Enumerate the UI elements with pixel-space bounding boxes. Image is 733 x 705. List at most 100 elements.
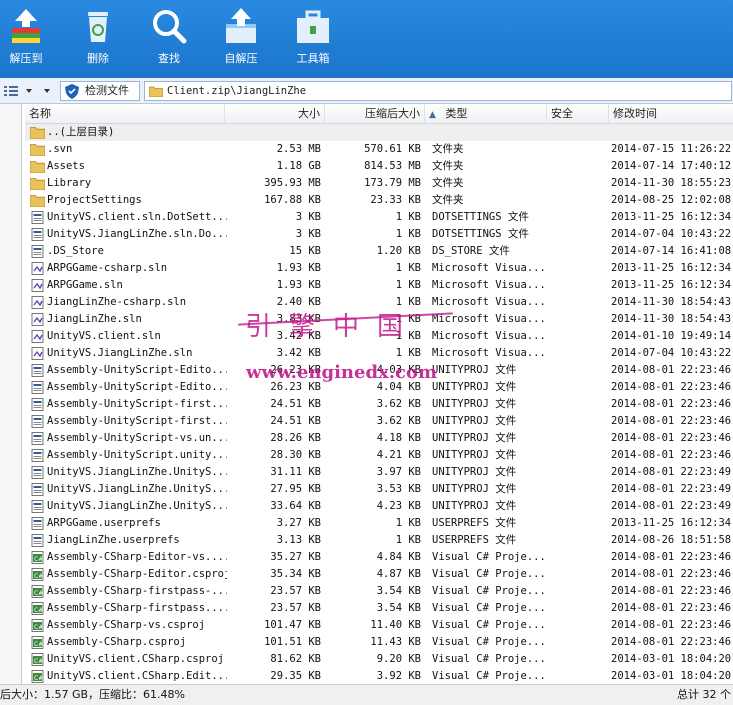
file-name: .svn: [47, 143, 73, 155]
sort-up-icon: ▲: [429, 110, 436, 120]
delete-label: 删除: [87, 52, 109, 65]
file-row[interactable]: UnityVS.JiangLinZhe.sln.Do... 3 KB 1 KB DOT…: [25, 226, 733, 243]
file-name: UnityVS.client.CSharp.csproj: [47, 653, 225, 665]
solution-file-icon: [31, 330, 44, 343]
file-row[interactable]: ARPGGame.sln 1.93 KB 1 KB Microsoft Visua..…: [25, 277, 733, 294]
file-size: 3.13 KB: [276, 534, 321, 546]
column-compressed-size[interactable]: 压缩后大小: [325, 104, 425, 124]
file-modified: 2013-11-25 16:12:34: [611, 517, 732, 529]
file-modified: 2014-08-01 22:23:46: [611, 585, 732, 597]
column-size[interactable]: 大小: [225, 104, 325, 124]
watermark-url: www.enginedx.com: [246, 362, 438, 383]
file-row[interactable]: .svn 2.53 MB 570.61 KB 文件夹 2014-07-15 11:26:…: [25, 141, 733, 158]
file-name: UnityVS.JiangLinZhe.sln: [47, 347, 193, 359]
address-bar: 检测文件 Client.zip\JiangLinZhe: [0, 78, 733, 104]
file-name: .DS_Store: [47, 245, 104, 257]
file-row[interactable]: Assembly-UnityScript.unity... 28.30 KB 4.2…: [25, 447, 733, 464]
column-name[interactable]: 名称: [25, 104, 225, 124]
file-row[interactable]: Library 395.93 MB 173.79 MB 文件夹 2014-11-30 1…: [25, 175, 733, 192]
file-row[interactable]: C# Assembly-CSharp-firstpass-... 23.57 KB 3…: [25, 583, 733, 600]
file-type: DOTSETTINGS 文件: [432, 211, 529, 223]
file-icon: [31, 517, 44, 530]
file-compressed-size: 11.43 KB: [370, 636, 421, 648]
file-row[interactable]: Assembly-UnityScript-first... 24.51 KB 3.6…: [25, 396, 733, 413]
column-type[interactable]: ▲ 类型: [425, 104, 547, 124]
file-icon: [31, 211, 44, 224]
file-row[interactable]: C# Assembly-CSharp-vs.csproj 101.47 KB 11.4…: [25, 617, 733, 634]
file-row[interactable]: C# UnityVS.client.CSharp.csproj 81.62 KB 9.…: [25, 651, 733, 668]
file-icon: [31, 381, 44, 394]
file-row[interactable]: C# Assembly-CSharp-firstpass.... 23.57 KB 3…: [25, 600, 733, 617]
file-size: 101.51 KB: [264, 636, 321, 648]
path-field[interactable]: Client.zip\JiangLinZhe: [144, 81, 732, 101]
file-icon: [31, 534, 44, 547]
trash-icon: [88, 12, 108, 42]
file-modified: 2014-08-01 22:23:49: [611, 466, 732, 478]
file-row[interactable]: UnityVS.JiangLinZhe.UnityS... 31.11 KB 3.9…: [25, 464, 733, 481]
file-row[interactable]: ProjectSettings 167.88 KB 23.33 KB 文件夹 2014-…: [25, 192, 733, 209]
svg-text:C#: C#: [34, 590, 43, 597]
file-name: ProjectSettings: [47, 194, 142, 206]
file-size: 35.27 KB: [270, 551, 321, 563]
file-modified: 2014-08-01 22:23:46: [611, 415, 732, 427]
file-compressed-size: 1 KB: [395, 279, 421, 291]
toolbox-button[interactable]: 工具箱: [287, 6, 339, 72]
file-type: UNITYPROJ 文件: [432, 364, 517, 376]
file-modified: 2014-07-15 11:26:22: [611, 143, 732, 155]
svg-text:C#: C#: [34, 675, 43, 682]
scan-files-button[interactable]: 检测文件: [60, 81, 140, 101]
svg-text:C#: C#: [34, 658, 43, 665]
file-row[interactable]: Assembly-UnityScript-first... 24.51 KB 3.6…: [25, 413, 733, 430]
file-row[interactable]: ARPGGame.userprefs 3.27 KB 1 KB USERPREFS 文…: [25, 515, 733, 532]
file-type: DOTSETTINGS 文件: [432, 228, 529, 240]
file-compressed-size: 4.87 KB: [376, 568, 421, 580]
file-row[interactable]: C# Assembly-CSharp-Editor-vs.... 35.27 KB 4…: [25, 549, 733, 566]
status-total: 总计 32 个: [677, 688, 731, 701]
file-name: Assembly-CSharp-firstpass-...: [47, 585, 227, 597]
file-row[interactable]: UnityVS.JiangLinZhe.sln 3.42 KB 1 KB Micros…: [25, 345, 733, 362]
self-extract-button[interactable]: 自解压: [215, 6, 267, 72]
file-row[interactable]: JiangLinZhe.userprefs 3.13 KB 1 KB USERPREF…: [25, 532, 733, 549]
file-row[interactable]: UnityVS.client.sln.DotSett... 3 KB 1 KB DOT…: [25, 209, 733, 226]
file-modified: 2014-08-01 22:23:46: [611, 364, 732, 376]
file-modified: 2014-08-01 22:23:46: [611, 568, 732, 580]
file-list: 名称 大小 压缩后大小 ▲ 类型 安全 修改时间 ..(上层目录) .svn 2.…: [25, 104, 733, 684]
extract-button[interactable]: 解压到: [0, 6, 52, 72]
file-name: Assembly-UnityScript-first...: [47, 398, 227, 410]
search-button[interactable]: 查找: [143, 6, 195, 72]
file-name: Assembly-CSharp-Editor.csproj: [47, 568, 227, 580]
file-size: 101.47 KB: [264, 619, 321, 631]
svg-text:C#: C#: [34, 641, 43, 648]
file-row[interactable]: .DS_Store 15 KB 1.20 KB DS_STORE 文件 2014-07-…: [25, 243, 733, 260]
file-row[interactable]: Assembly-UnityScript-vs.un... 28.26 KB 4.1…: [25, 430, 733, 447]
file-type: Visual C# Proje...: [432, 619, 544, 631]
file-name: UnityVS.client.CSharp.Edit...: [47, 670, 227, 682]
view-mode-button[interactable]: [2, 82, 54, 100]
column-modified[interactable]: 修改时间: [609, 104, 733, 124]
status-summary: 后大小：1.57 GB，压缩比：61.48%: [0, 688, 186, 701]
file-compressed-size: 3.97 KB: [376, 466, 421, 478]
file-row[interactable]: C# Assembly-CSharp-Editor.csproj 35.34 KB 4…: [25, 566, 733, 583]
file-size: 2.53 MB: [276, 143, 321, 155]
file-row[interactable]: ARPGGame-csharp.sln 1.93 KB 1 KB Microsoft …: [25, 260, 733, 277]
file-row[interactable]: C# UnityVS.client.CSharp.Edit... 29.35 KB 3…: [25, 668, 733, 684]
parent-directory-row[interactable]: ..(上层目录): [25, 124, 733, 141]
column-security[interactable]: 安全: [547, 104, 609, 124]
file-type: Visual C# Proje...: [432, 568, 544, 580]
file-row[interactable]: C# Assembly-CSharp.csproj 101.51 KB 11.43 K…: [25, 634, 733, 651]
delete-button[interactable]: 删除: [72, 6, 124, 72]
file-type: UNITYPROJ 文件: [432, 398, 517, 410]
file-modified: 2014-07-14 16:41:08: [611, 245, 732, 257]
file-type: Microsoft Visua...: [432, 330, 544, 342]
column-type-label: 类型: [445, 107, 468, 120]
file-row[interactable]: UnityVS.JiangLinZhe.UnityS... 33.64 KB 4.2…: [25, 498, 733, 515]
file-row[interactable]: Assets 1.18 GB 814.53 MB 文件夹 2014-07-14 17:4…: [25, 158, 733, 175]
file-modified: 2013-11-25 16:12:34: [611, 262, 732, 274]
file-modified: 2014-08-01 22:23:46: [611, 381, 732, 393]
folder-tree-panel[interactable]: [0, 104, 22, 684]
file-compressed-size: 4.23 KB: [376, 500, 421, 512]
file-type: UNITYPROJ 文件: [432, 415, 517, 427]
file-row[interactable]: UnityVS.JiangLinZhe.UnityS... 27.95 KB 3.5…: [25, 481, 733, 498]
toolbox-icon: [297, 10, 329, 43]
csharp-project-icon: C#: [31, 585, 44, 598]
